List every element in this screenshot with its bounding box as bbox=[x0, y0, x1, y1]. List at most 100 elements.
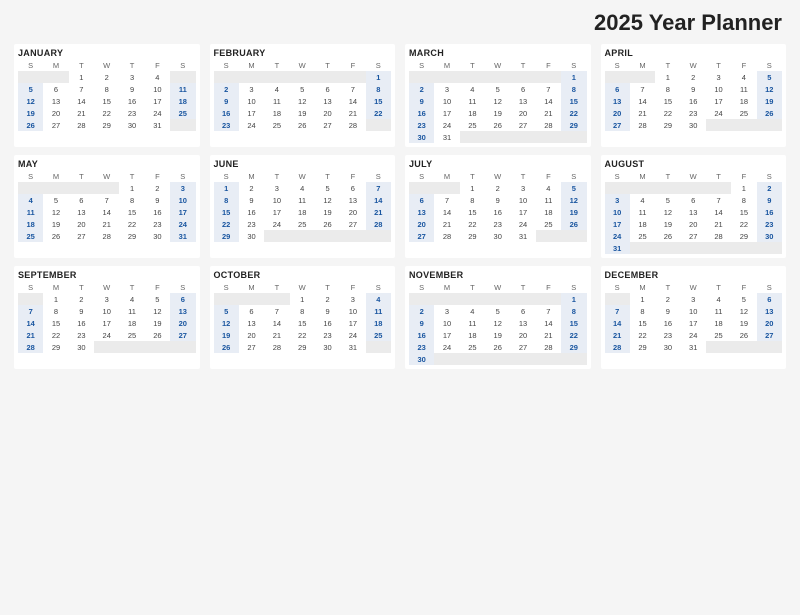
calendar-day: 16 bbox=[214, 107, 239, 119]
day-header: M bbox=[239, 282, 264, 293]
calendar-day: 28 bbox=[18, 341, 43, 353]
month-name: JULY bbox=[409, 159, 587, 169]
calendar-day: 29 bbox=[43, 341, 68, 353]
calendar-day: 15 bbox=[561, 95, 586, 107]
month-table: SMTWTFS123456789101112131415161718192021… bbox=[18, 60, 196, 131]
calendar-day: 28 bbox=[264, 341, 289, 353]
calendar-day: 1 bbox=[43, 293, 68, 305]
calendar-day: 13 bbox=[409, 206, 434, 218]
calendar-day: 15 bbox=[119, 206, 144, 218]
calendar-day: 23 bbox=[409, 119, 434, 131]
calendar-day: 12 bbox=[43, 206, 68, 218]
calendar-day bbox=[630, 182, 655, 194]
calendar-day: 30 bbox=[757, 230, 782, 242]
day-header: S bbox=[605, 171, 630, 182]
calendar-day bbox=[239, 71, 264, 83]
calendar-day: 18 bbox=[366, 317, 391, 329]
calendar-day: 27 bbox=[69, 230, 94, 242]
calendar-day: 30 bbox=[485, 230, 510, 242]
calendar-day: 3 bbox=[681, 293, 706, 305]
calendar-day: 4 bbox=[145, 71, 170, 83]
calendar-day: 16 bbox=[145, 206, 170, 218]
calendar-day: 4 bbox=[731, 71, 756, 83]
calendar-day: 15 bbox=[214, 206, 239, 218]
calendar-day: 19 bbox=[731, 317, 756, 329]
calendar-day: 30 bbox=[409, 353, 434, 365]
day-header: S bbox=[214, 171, 239, 182]
day-header: T bbox=[655, 282, 680, 293]
calendar-day: 2 bbox=[214, 83, 239, 95]
day-header: T bbox=[655, 171, 680, 182]
calendar-day: 8 bbox=[290, 305, 315, 317]
calendar-day: 2 bbox=[315, 293, 340, 305]
calendar-day: 2 bbox=[69, 293, 94, 305]
calendar-day bbox=[43, 182, 68, 194]
calendar-day: 25 bbox=[290, 218, 315, 230]
calendar-day bbox=[731, 242, 756, 254]
day-header: S bbox=[214, 60, 239, 71]
calendar-day: 4 bbox=[536, 182, 561, 194]
day-header: M bbox=[43, 282, 68, 293]
calendar-day: 3 bbox=[239, 83, 264, 95]
calendar-day: 17 bbox=[510, 206, 535, 218]
calendar-day: 3 bbox=[605, 194, 630, 206]
calendar-day: 13 bbox=[170, 305, 195, 317]
day-header: S bbox=[18, 171, 43, 182]
calendar-day bbox=[681, 242, 706, 254]
calendar-day: 1 bbox=[69, 71, 94, 83]
calendar-day: 9 bbox=[214, 95, 239, 107]
calendar-day: 31 bbox=[145, 119, 170, 131]
calendar-day: 4 bbox=[119, 293, 144, 305]
day-header: M bbox=[630, 171, 655, 182]
calendar-day: 24 bbox=[94, 329, 119, 341]
calendar-day: 20 bbox=[510, 107, 535, 119]
calendar-day: 12 bbox=[145, 305, 170, 317]
day-header: F bbox=[731, 60, 756, 71]
calendar-day bbox=[561, 353, 586, 365]
calendar-day bbox=[434, 71, 459, 83]
calendar-day: 11 bbox=[366, 305, 391, 317]
calendar-day: 15 bbox=[366, 95, 391, 107]
calendar-day: 12 bbox=[18, 95, 43, 107]
day-header: F bbox=[145, 60, 170, 71]
calendar-day bbox=[170, 119, 195, 131]
calendar-day: 1 bbox=[731, 182, 756, 194]
calendar-day: 22 bbox=[94, 107, 119, 119]
calendar-day: 18 bbox=[264, 107, 289, 119]
calendar-day: 21 bbox=[536, 329, 561, 341]
calendar-day bbox=[561, 230, 586, 242]
calendar-day: 28 bbox=[94, 230, 119, 242]
calendar-day bbox=[290, 230, 315, 242]
calendar-day: 31 bbox=[434, 131, 459, 143]
calendar-day: 12 bbox=[315, 194, 340, 206]
calendar-day: 17 bbox=[264, 206, 289, 218]
calendar-day: 22 bbox=[731, 218, 756, 230]
day-header: F bbox=[731, 171, 756, 182]
calendar-day: 24 bbox=[434, 341, 459, 353]
calendar-day bbox=[536, 293, 561, 305]
calendar-day: 10 bbox=[434, 317, 459, 329]
calendar-day: 18 bbox=[290, 206, 315, 218]
month-table: SMTWTFS123456789101112131415161718192021… bbox=[605, 60, 783, 131]
calendar-day: 22 bbox=[630, 329, 655, 341]
day-header: T bbox=[119, 282, 144, 293]
calendar-day: 1 bbox=[119, 182, 144, 194]
calendar-day: 28 bbox=[434, 230, 459, 242]
calendar-day: 4 bbox=[290, 182, 315, 194]
calendar-day: 23 bbox=[655, 329, 680, 341]
calendar-day: 4 bbox=[630, 194, 655, 206]
calendar-grid: JANUARYSMTWTFS12345678910111213141516171… bbox=[14, 44, 786, 369]
calendar-day: 6 bbox=[409, 194, 434, 206]
calendar-day bbox=[655, 242, 680, 254]
day-header: S bbox=[757, 60, 782, 71]
calendar-day bbox=[18, 182, 43, 194]
day-header: W bbox=[94, 171, 119, 182]
calendar-day: 16 bbox=[239, 206, 264, 218]
calendar-day: 14 bbox=[366, 194, 391, 206]
calendar-day bbox=[170, 71, 195, 83]
calendar-day: 26 bbox=[290, 119, 315, 131]
calendar-day: 3 bbox=[340, 293, 365, 305]
calendar-day: 28 bbox=[536, 341, 561, 353]
calendar-day: 13 bbox=[239, 317, 264, 329]
calendar-day: 22 bbox=[214, 218, 239, 230]
